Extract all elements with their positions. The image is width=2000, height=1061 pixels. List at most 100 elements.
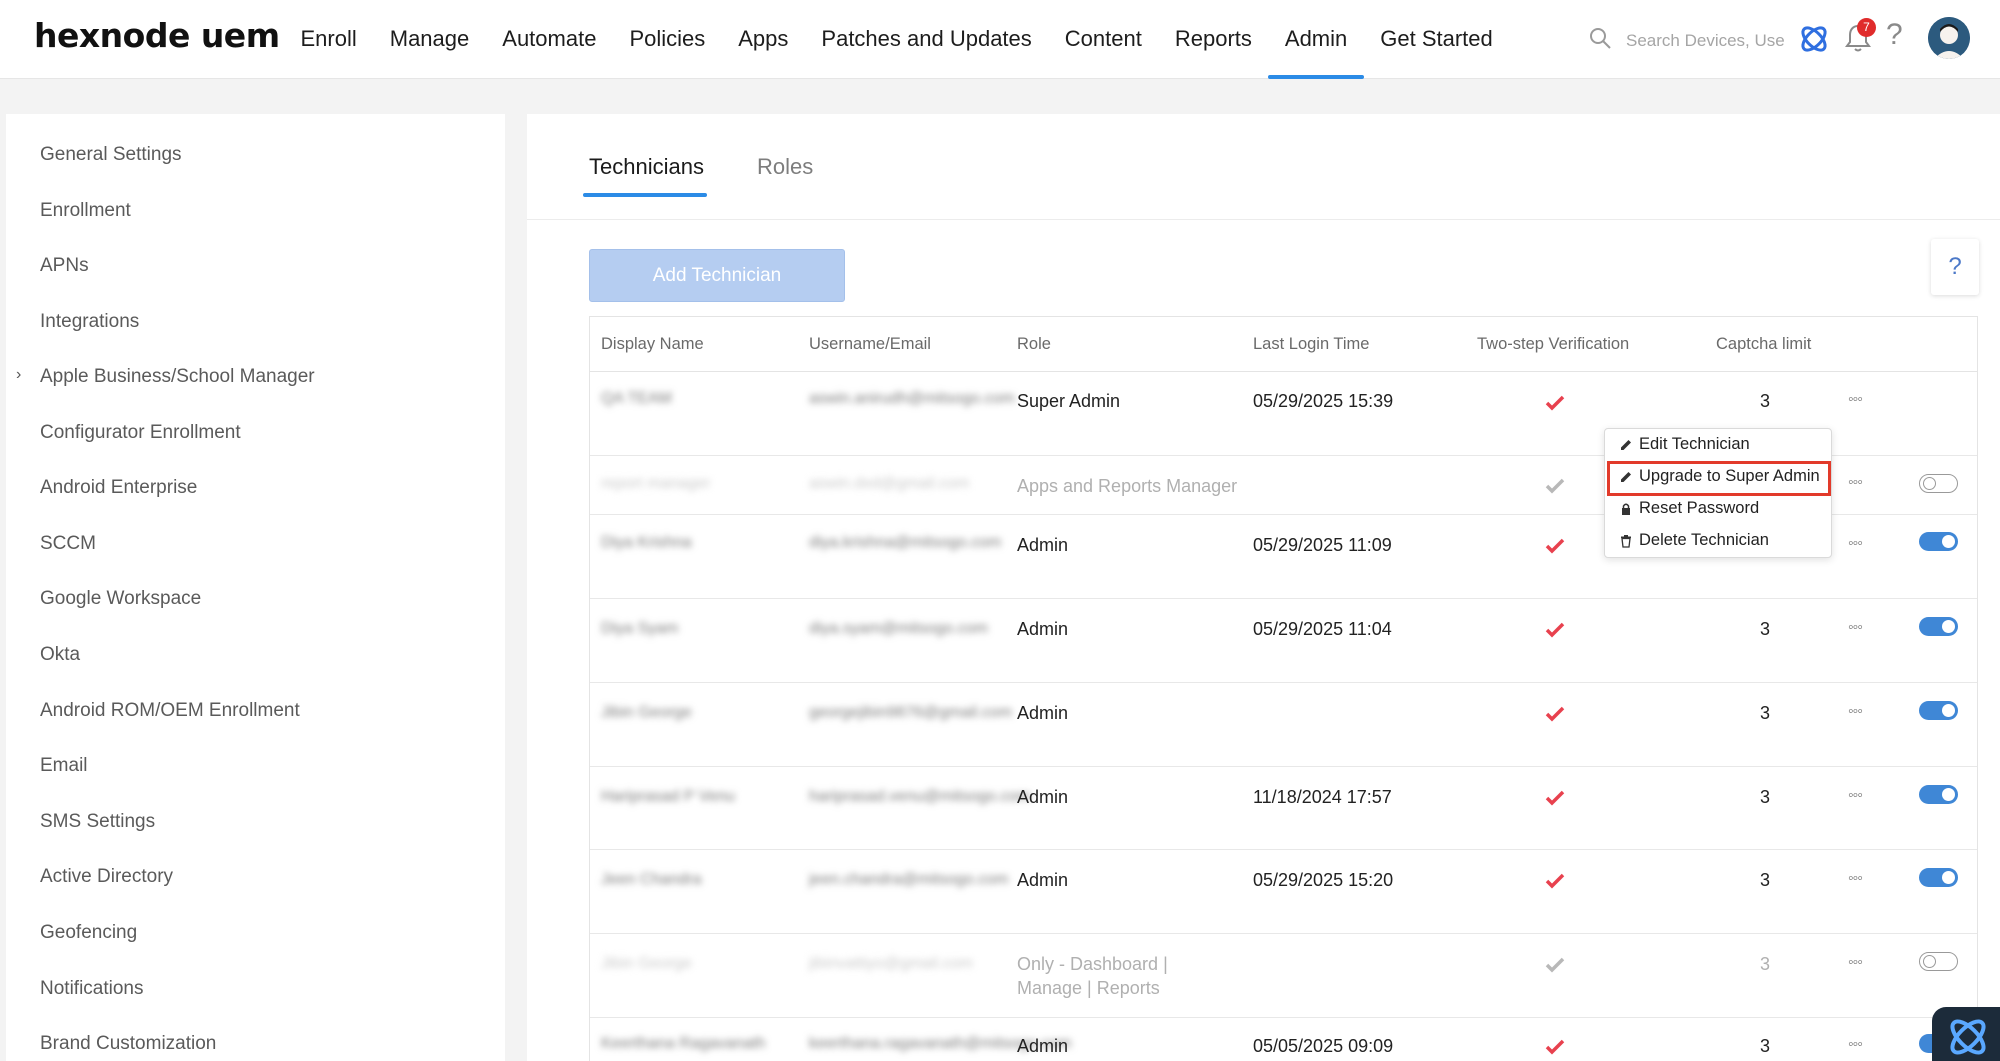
role: Only - Dashboard | Manage | Reports [1017, 954, 1168, 998]
nav-automate[interactable]: Automate [486, 0, 613, 79]
sidebar-item-notifications[interactable]: Notifications [40, 978, 144, 1000]
technician-toggle[interactable] [1919, 868, 1958, 887]
sidebar-item-apple-business-school-manager[interactable]: Apple Business/School Manager [40, 366, 315, 388]
technician-toggle[interactable] [1919, 617, 1958, 636]
nav-reports[interactable]: Reports [1158, 0, 1268, 79]
more-options-icon[interactable]: ◦◦◦ [1848, 1036, 1863, 1054]
nav-patches-and-updates[interactable]: Patches and Updates [805, 0, 1048, 79]
bell-icon[interactable]: 7 [1843, 18, 1876, 59]
technicians-panel: Technicians Roles Add Technician ? Displ… [527, 114, 2000, 1061]
table-row[interactable]: Jeen Chandra jeen.chandra@mitsogo.com Ad… [590, 850, 1977, 934]
tab-technicians[interactable]: Technicians [589, 154, 704, 180]
table-header: Display Name Username/Email Role Last Lo… [590, 317, 1977, 372]
check-icon [1545, 706, 1565, 722]
sidebar-item-sccm[interactable]: SCCM [40, 533, 96, 555]
technician-toggle[interactable] [1919, 785, 1958, 804]
captcha-limit: 3 [1760, 954, 1771, 974]
sidebar-item-enrollment[interactable]: Enrollment [40, 200, 131, 222]
search-input[interactable] [1626, 30, 1786, 51]
check-icon [1545, 395, 1565, 411]
more-options-icon[interactable]: ◦◦◦ [1848, 619, 1863, 637]
sidebar-item-google-workspace[interactable]: Google Workspace [40, 588, 201, 610]
check-icon [1545, 622, 1565, 638]
table-row[interactable]: Jibin George georgejibin9876@gmail.com A… [590, 683, 1977, 767]
sidebar-item-sms-settings[interactable]: SMS Settings [40, 811, 155, 833]
hexnode-app-icon[interactable] [1797, 22, 1831, 61]
search-icon[interactable] [1588, 26, 1612, 55]
display-name: Jeen Chandra [601, 871, 702, 888]
sidebar-item-geofencing[interactable]: Geofencing [40, 922, 137, 944]
menu-item-label: Delete Technician [1639, 531, 1769, 549]
table-row[interactable]: Keerthana Ragavanath keerthana.ragavanat… [590, 1018, 1977, 1061]
more-options-icon[interactable]: ◦◦◦ [1848, 391, 1863, 409]
chevron-right-icon[interactable]: › [16, 366, 21, 384]
highlight-box [1607, 461, 1831, 496]
check-icon [1545, 790, 1565, 806]
role: Admin [1017, 787, 1069, 807]
display-name: Jibin George [601, 704, 692, 721]
sidebar-item-android-enterprise[interactable]: Android Enterprise [40, 477, 197, 499]
role: Admin [1017, 619, 1069, 639]
technician-toggle[interactable] [1919, 952, 1958, 971]
more-options-icon[interactable]: ◦◦◦ [1848, 787, 1863, 805]
technician-toggle[interactable] [1919, 532, 1958, 551]
username-email: georgejibin9876@gmail.com [809, 704, 1013, 721]
role: Apps and Reports Manager [1017, 476, 1238, 496]
column-last-login-time[interactable]: Last Login Time [1253, 335, 1369, 354]
lock-icon [1622, 503, 1630, 515]
add-technician-button[interactable]: Add Technician [589, 249, 845, 302]
table-row[interactable]: Jibin George jibinvattiyo@gmail.com Only… [590, 934, 1977, 1018]
nav-enroll[interactable]: Enroll [284, 0, 373, 79]
sidebar-item-android-rom-oem-enrollment[interactable]: Android ROM/OEM Enrollment [40, 700, 300, 722]
table-row[interactable]: Diya Syam diya.syam@mitsogo.com Admin 05… [590, 599, 1977, 683]
nav-apps[interactable]: Apps [722, 0, 805, 79]
technician-toggle[interactable] [1919, 701, 1958, 720]
role: Admin [1017, 870, 1069, 890]
username-email: jibinvattiyo@gmail.com [809, 955, 973, 972]
page-help-button[interactable]: ? [1931, 239, 1979, 295]
username-email: diya.krishna@mitsogo.com [809, 534, 1002, 551]
sidebar-item-integrations[interactable]: Integrations [40, 311, 139, 333]
display-name: Diya Krishna [601, 534, 692, 551]
hexnode-assistant-icon[interactable] [1932, 1007, 2000, 1061]
table-row[interactable]: Hariprasad P Venu hariprasad.venu@mitsog… [590, 767, 1977, 850]
more-options-icon[interactable]: ◦◦◦ [1848, 474, 1863, 492]
sidebar-item-brand-customization[interactable]: Brand Customization [40, 1033, 216, 1055]
sidebar-item-active-directory[interactable]: Active Directory [40, 866, 173, 888]
help-icon[interactable]: ? [1886, 18, 1903, 52]
avatar[interactable] [1928, 17, 1970, 59]
more-options-icon[interactable]: ◦◦◦ [1848, 870, 1863, 888]
sidebar-item-general-settings[interactable]: General Settings [40, 144, 182, 166]
username-email: aswin.anirudh@mitsogo.com [809, 390, 1015, 407]
more-options-icon[interactable]: ◦◦◦ [1848, 954, 1863, 972]
nav-manage[interactable]: Manage [373, 0, 486, 79]
username-email: aswin.dxd@gmail.com [809, 475, 970, 492]
column-username-email[interactable]: Username/Email [809, 335, 931, 354]
technician-toggle[interactable] [1919, 474, 1958, 493]
column-role[interactable]: Role [1017, 335, 1051, 354]
menu-item-reset-password[interactable]: Reset Password [1619, 499, 1759, 518]
nav-get-started[interactable]: Get Started [1364, 0, 1510, 79]
nav-admin[interactable]: Admin [1268, 0, 1365, 79]
more-options-icon[interactable]: ◦◦◦ [1848, 703, 1863, 721]
sidebar-item-apns[interactable]: APNs [40, 255, 89, 277]
more-options-icon[interactable]: ◦◦◦ [1848, 535, 1863, 553]
hexnode-logo[interactable]: hexnode uem [34, 16, 280, 55]
display-name: Hariprasad P Venu [601, 788, 736, 805]
menu-item-edit-technician[interactable]: Edit Technician [1619, 435, 1750, 454]
menu-item-delete-technician[interactable]: Delete Technician [1619, 531, 1769, 550]
nav-content[interactable]: Content [1048, 0, 1158, 79]
column-captcha-limit[interactable]: Captcha limit [1716, 335, 1811, 354]
column-display-name[interactable]: Display Name [601, 335, 704, 354]
last-login-time: 05/29/2025 11:04 [1253, 619, 1392, 639]
check-icon [1545, 478, 1565, 494]
sidebar-item-configurator-enrollment[interactable]: Configurator Enrollment [40, 422, 241, 444]
sidebar-item-email[interactable]: Email [40, 755, 88, 777]
tab-roles[interactable]: Roles [757, 154, 813, 180]
display-name: Keerthana Ragavanath [601, 1035, 766, 1052]
column-two-step-verification[interactable]: Two-step Verification [1477, 335, 1629, 354]
nav-policies[interactable]: Policies [613, 0, 722, 79]
menu-item-label: Edit Technician [1639, 435, 1750, 453]
sidebar-item-okta[interactable]: Okta [40, 644, 80, 666]
last-login-time: 05/29/2025 11:09 [1253, 535, 1392, 555]
